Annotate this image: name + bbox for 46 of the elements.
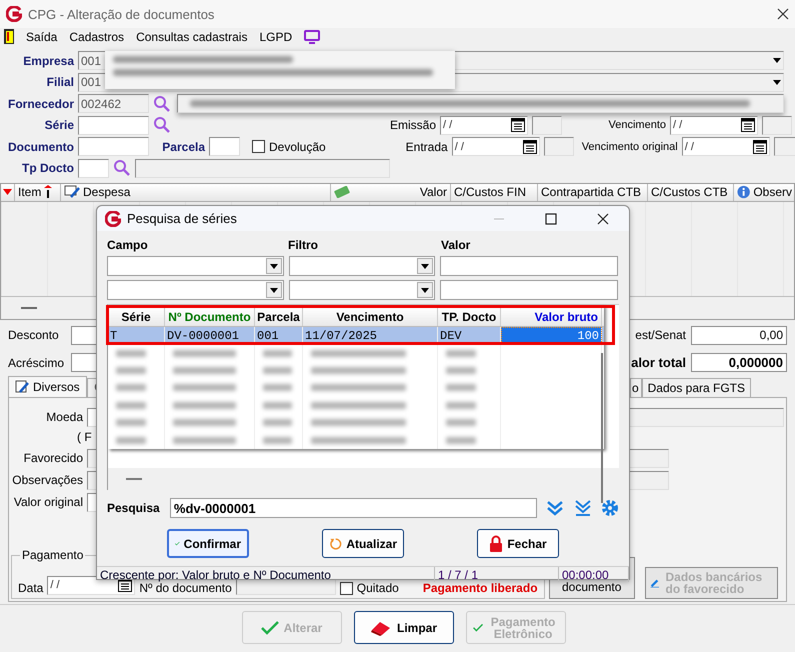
field-label: Observações bbox=[11, 473, 83, 487]
field-label: Vencimento bbox=[608, 119, 666, 131]
column-label: Campo bbox=[107, 238, 149, 252]
column-header: Valor bbox=[420, 185, 447, 199]
hint-text: ( F bbox=[77, 430, 92, 446]
group-label: Pagamento bbox=[20, 548, 86, 562]
field-label: Desconto bbox=[8, 328, 60, 342]
field-label: Série bbox=[44, 118, 74, 132]
field-label: Data bbox=[18, 580, 44, 594]
status-text: Crescente por: Valor bruto e Nº Documento bbox=[97, 567, 435, 582]
table-cell: 11/07/2025 bbox=[303, 326, 438, 344]
column-header: Item bbox=[18, 185, 42, 199]
status-text: Pagamento liberado bbox=[422, 580, 538, 594]
dialog-title: Pesquisa de séries bbox=[127, 211, 237, 226]
field-label: Entrada bbox=[404, 140, 448, 154]
window-title: CPG - Alteração de documentos bbox=[28, 6, 214, 22]
field-label: est/Senat bbox=[634, 328, 686, 342]
column-label: Filtro bbox=[288, 238, 319, 252]
field-label: Filial bbox=[46, 75, 74, 89]
checkbox-label: Devolução bbox=[269, 140, 326, 154]
field-label: Fornecedor bbox=[6, 96, 74, 110]
field-label: Vencimento original bbox=[580, 140, 678, 152]
field-label: Emissão bbox=[388, 118, 436, 132]
field-label: Valor original bbox=[12, 495, 83, 509]
table-cell: DV-0000001 bbox=[165, 326, 255, 344]
field-label: Moeda bbox=[45, 410, 83, 424]
field-label: Nº do documento bbox=[139, 580, 232, 594]
field-label: alor total bbox=[630, 355, 686, 370]
column-header: Despesa bbox=[83, 185, 130, 199]
column-label: Valor bbox=[441, 238, 472, 252]
table-cell: T bbox=[108, 326, 165, 344]
status-text: 1 / 7 / 1 bbox=[435, 567, 559, 582]
field-label: Parcela bbox=[161, 140, 205, 154]
table-cell: 001 bbox=[255, 326, 303, 344]
field-label: Tp Docto bbox=[21, 161, 74, 175]
field-label: Acréscimo bbox=[8, 356, 66, 370]
field-label: Empresa bbox=[22, 54, 74, 68]
column-header: Observ bbox=[753, 185, 792, 199]
field-label: Documento bbox=[7, 140, 74, 154]
checkbox-label: Quitado bbox=[356, 580, 399, 594]
column-header: Contrapartida CTB bbox=[541, 185, 642, 199]
column-header: C/Custos FIN bbox=[454, 185, 526, 199]
status-text: 00:00:00 bbox=[559, 567, 629, 582]
column-header: C/Custos CTB bbox=[651, 185, 728, 199]
field-label: Pesquisa bbox=[107, 501, 161, 515]
field-label: Favorecido bbox=[22, 451, 83, 465]
